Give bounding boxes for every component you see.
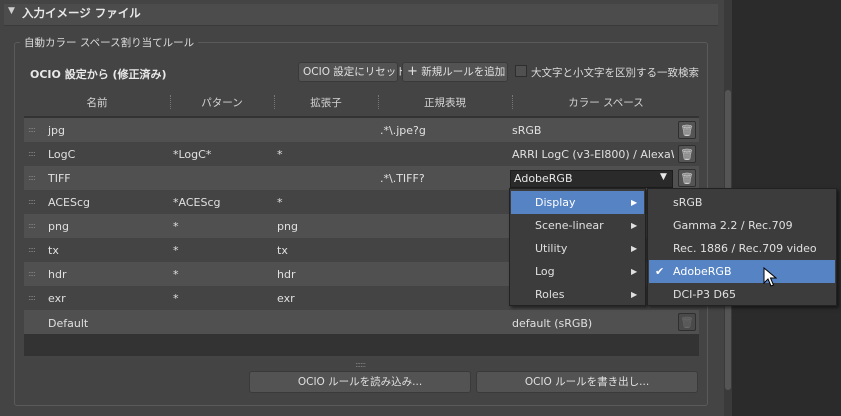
menu-item-adobergb[interactable]: ✔ AdobeRGB	[649, 260, 835, 283]
drag-handle-icon[interactable]: ::::	[28, 269, 36, 278]
menu-item-label: sRGB	[673, 196, 703, 209]
rule-pattern: *	[173, 268, 179, 281]
rule-pattern: *	[173, 220, 179, 233]
plus-icon: +	[407, 64, 418, 79]
collapse-arrow-icon[interactable]: ▼	[8, 6, 15, 16]
table-row[interactable]	[24, 310, 699, 334]
menu-item-scene-linear[interactable]: Scene-linear ▶	[511, 214, 644, 237]
rule-name: LogC	[48, 148, 76, 161]
drag-handle-icon[interactable]: ::::	[28, 293, 36, 302]
drag-handle-icon[interactable]: ::::	[28, 245, 36, 254]
menu-item-gamma22[interactable]: Gamma 2.2 / Rec.709	[649, 214, 835, 237]
rule-name: jpg	[48, 124, 66, 137]
menu-item-label: Display	[535, 196, 576, 209]
rule-pattern: *	[173, 244, 179, 257]
menu-item-roles[interactable]: Roles ▶	[511, 283, 644, 306]
case-sensitive-checkbox[interactable]	[515, 65, 527, 77]
menu-item-log[interactable]: Log ▶	[511, 260, 644, 283]
drag-handle-icon[interactable]: ::::	[28, 197, 36, 206]
menu-item-label: Scene-linear	[535, 219, 604, 232]
menu-item-label: DCI-P3 D65	[673, 288, 736, 301]
rule-name: tx	[48, 244, 59, 257]
rule-extension: *	[277, 148, 283, 161]
add-rule-button[interactable]: + 新規ルールを追加	[402, 62, 508, 82]
colorspace-dropdown-value[interactable]: AdobeRGB	[514, 172, 573, 185]
trash-icon[interactable]: 🗑	[678, 145, 696, 163]
load-ocio-rules-button[interactable]: OCIO ルールを読み込み...	[249, 371, 471, 393]
menu-item-label: Rec. 1886 / Rec.709 video	[673, 242, 817, 255]
drag-handle-icon[interactable]: ::::	[28, 125, 36, 134]
rule-pattern: *LogC*	[173, 148, 212, 161]
case-sensitive-label[interactable]: 大文字と小文字を区別する一致検索	[531, 65, 699, 80]
chevron-down-icon[interactable]: ▼	[660, 172, 667, 182]
menu-item-label: AdobeRGB	[673, 265, 732, 278]
column-header-regex[interactable]: 正規表現	[378, 95, 512, 110]
rule-name: png	[48, 220, 69, 233]
rule-colorspace[interactable]: ARRI LogC (v3-EI800) / AlexaWid	[512, 148, 674, 161]
menu-item-srgb[interactable]: sRGB	[649, 191, 835, 214]
menu-item-label: Roles	[535, 288, 565, 301]
drag-handle-icon[interactable]: ::::	[28, 149, 36, 158]
table-row[interactable]	[24, 118, 699, 142]
rule-extension: hdr	[277, 268, 296, 281]
submenu-arrow-icon: ▶	[631, 290, 638, 299]
rule-pattern: *	[173, 292, 179, 305]
checkmark-icon: ✔	[655, 265, 665, 278]
menu-item-rec1886[interactable]: Rec. 1886 / Rec.709 video	[649, 237, 835, 260]
display-submenu: sRGB Gamma 2.2 / Rec.709 Rec. 1886 / Rec…	[647, 188, 837, 306]
column-header-pattern[interactable]: パターン	[170, 95, 274, 110]
rule-extension: png	[277, 220, 298, 233]
submenu-arrow-icon: ▶	[631, 221, 638, 230]
drag-handle-icon[interactable]: ::::	[28, 173, 36, 182]
rule-name: hdr	[48, 268, 67, 281]
submenu-arrow-icon: ▶	[631, 198, 638, 207]
menu-item-label: Gamma 2.2 / Rec.709	[673, 219, 793, 232]
rule-name: Default	[48, 317, 89, 330]
rollout-title[interactable]: 入力イメージ ファイル	[22, 5, 141, 21]
rule-extension: tx	[277, 244, 288, 257]
column-header-name[interactable]: 名前	[24, 95, 170, 110]
rule-extension: exr	[277, 292, 295, 305]
menu-item-label: Log	[535, 265, 555, 278]
rule-colorspace[interactable]: sRGB	[512, 124, 541, 137]
rule-extension: *	[277, 196, 283, 209]
section-label: OCIO 設定から (修正済み)	[30, 68, 167, 81]
splitter-handle[interactable]: ::::::	[355, 360, 366, 369]
column-header-colorspace[interactable]: カラー スペース	[512, 95, 700, 110]
rule-regex: .*\.TIFF?	[380, 172, 425, 185]
rule-name: ACEScg	[48, 196, 90, 209]
reset-ocio-button[interactable]: OCIO 設定にリセット	[298, 62, 407, 82]
trash-icon[interactable]: 🗑	[678, 121, 696, 139]
rule-pattern: *ACEScg	[173, 196, 221, 209]
rule-name: exr	[48, 292, 66, 305]
menu-item-dci-p3[interactable]: DCI-P3 D65	[649, 283, 835, 306]
trash-icon: 🗑	[678, 313, 696, 331]
rule-regex: .*\.jpe?g	[380, 124, 426, 137]
drag-handle-icon[interactable]: ::::	[28, 221, 36, 230]
trash-icon[interactable]: 🗑	[678, 169, 696, 187]
colorspace-category-menu: Display ▶ Scene-linear ▶ Utility ▶ Log ▶…	[509, 188, 646, 306]
submenu-arrow-icon: ▶	[631, 244, 638, 253]
rule-colorspace[interactable]: default (sRGB)	[512, 317, 592, 330]
column-header-extension[interactable]: 拡張子	[274, 95, 378, 110]
rule-name: TIFF	[48, 172, 71, 185]
save-ocio-rules-button[interactable]: OCIO ルールを書き出し...	[476, 371, 698, 393]
mouse-cursor-icon	[763, 267, 777, 287]
menu-item-display[interactable]: Display ▶	[511, 191, 644, 214]
menu-item-utility[interactable]: Utility ▶	[511, 237, 644, 260]
submenu-arrow-icon: ▶	[631, 267, 638, 276]
group-title: 自動カラー スペース割り当てルール	[20, 35, 199, 50]
menu-item-label: Utility	[535, 242, 568, 255]
add-rule-label: 新規ルールを追加	[421, 66, 506, 78]
